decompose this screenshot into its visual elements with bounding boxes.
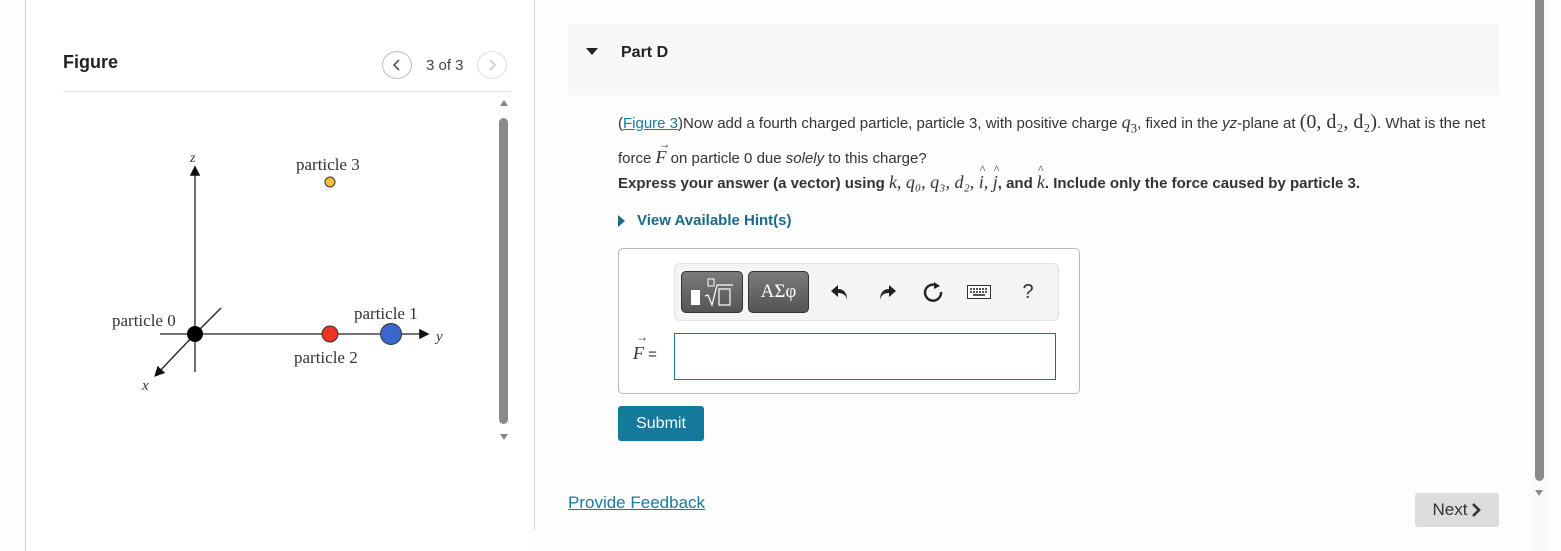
i-hat: i: [979, 162, 986, 193]
particle-0-label: particle 0: [112, 311, 176, 330]
hints-label: View Available Hint(s): [637, 212, 792, 229]
expand-triangle-icon: [618, 214, 625, 227]
k-hat: k: [1037, 162, 1045, 193]
templates-sqrt-icon: [691, 278, 733, 307]
charge-q3: q3: [1121, 112, 1138, 136]
answer-label: F =: [633, 330, 657, 364]
figure-scrollbar[interactable]: [496, 96, 512, 446]
y-axis-label: y: [434, 329, 443, 345]
chevron-right-icon: [1472, 503, 1482, 517]
help-button[interactable]: ?: [1014, 278, 1042, 306]
page-scroll-thumb[interactable]: [1535, 0, 1544, 481]
undo-icon: [831, 285, 847, 300]
particle-3-dot: [324, 176, 336, 188]
page-scrollbar[interactable]: [1532, 0, 1546, 551]
submit-button[interactable]: Submit: [618, 406, 704, 441]
figure-scroll-thumb[interactable]: [499, 118, 508, 424]
particle-2-dot: [321, 325, 339, 343]
chevron-right-icon: [488, 59, 496, 71]
part-d-header[interactable]: Part D: [568, 24, 1499, 95]
keyboard-icon: [967, 285, 991, 299]
x-axis-label: x: [141, 378, 149, 394]
view-hints-toggle[interactable]: View Available Hint(s): [618, 212, 792, 229]
particle-0-dot: [187, 326, 203, 342]
figure-title: Figure: [63, 52, 119, 72]
reset-icon: [923, 282, 943, 302]
question-text: (Figure 3)Now add a fourth charged parti…: [618, 108, 1508, 173]
scroll-down-arrow-icon[interactable]: [1535, 490, 1543, 496]
next-label: Next: [1432, 500, 1468, 519]
variable-list: k, q₀, q₃, d₂,: [888, 172, 979, 192]
particle-2-label: particle 2: [294, 348, 358, 367]
redo-button[interactable]: [873, 278, 901, 306]
z-axis-label: z: [189, 151, 196, 166]
chevron-left-icon: [392, 59, 400, 71]
emphasis-solely: solely: [785, 149, 825, 167]
answer-input[interactable]: [674, 333, 1056, 380]
redo-icon: [880, 285, 896, 300]
particle-1-label: particle 1: [354, 304, 418, 323]
scroll-up-arrow-icon[interactable]: [500, 100, 508, 106]
next-button[interactable]: Next: [1415, 493, 1499, 527]
previous-figure-button[interactable]: [382, 51, 412, 79]
math-toolbar: ΑΣφ ?: [674, 263, 1059, 321]
collapse-triangle-icon[interactable]: [586, 48, 598, 55]
position-coordinates: (0, d₂, d₂): [1299, 111, 1377, 133]
keyboard-button[interactable]: [965, 278, 993, 306]
figure-divider: [63, 91, 511, 92]
force-vector-symbol: F: [656, 130, 671, 171]
particle-3-label: particle 3: [296, 155, 360, 174]
j-hat: j: [993, 162, 1000, 193]
figure-counter: 3 of 3: [426, 56, 464, 74]
undo-button[interactable]: [826, 278, 854, 306]
next-figure-button[interactable]: [476, 51, 507, 79]
part-title: Part D: [621, 44, 669, 61]
symbols-button[interactable]: ΑΣφ: [748, 271, 809, 313]
reset-button[interactable]: [919, 278, 947, 306]
panel-divider: [534, 0, 535, 530]
scroll-down-arrow-icon[interactable]: [500, 434, 508, 440]
particle-1-dot: [380, 323, 402, 345]
particle-diagram: z y x particle 3 particle 0 particle 2 p…: [112, 151, 443, 394]
answer-box: ΑΣφ ? F =: [618, 248, 1080, 394]
figure-navigation: 3 of 3: [382, 51, 507, 79]
templates-button[interactable]: [681, 271, 743, 313]
x-axis: [154, 333, 196, 377]
answer-instruction: Express your answer (a vector) using k, …: [618, 162, 1360, 193]
provide-feedback-link[interactable]: Provide Feedback: [568, 493, 705, 513]
